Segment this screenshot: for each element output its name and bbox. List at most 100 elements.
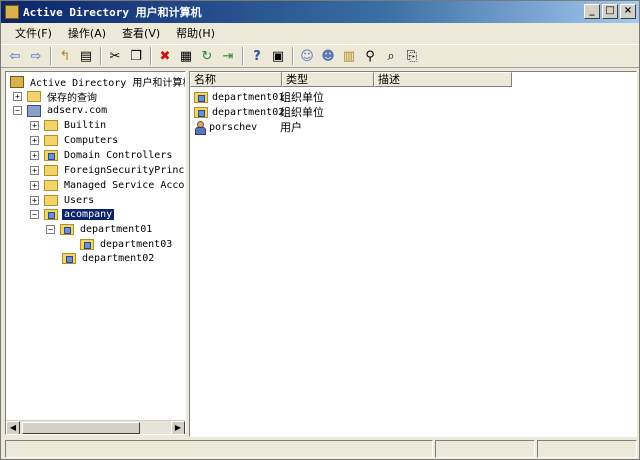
tree-root-label: Active Directory 用户和计算机 bbox=[30, 78, 186, 89]
menu-help[interactable]: 帮助(H) bbox=[168, 25, 223, 41]
expand-icon[interactable]: + bbox=[30, 181, 39, 190]
tree-label: Domain Controllers bbox=[64, 150, 173, 161]
tree-item-acompany[interactable]: − acompany bbox=[30, 207, 115, 222]
status-panel-3 bbox=[537, 440, 637, 458]
user-icon bbox=[194, 120, 206, 135]
up-icon[interactable]: ↰ bbox=[55, 47, 75, 65]
expand-icon[interactable]: + bbox=[13, 92, 22, 101]
window-title: Active Directory 用户和计算机 bbox=[23, 6, 202, 19]
new-user-icon[interactable]: ☺ bbox=[297, 47, 317, 65]
folder-icon bbox=[44, 180, 58, 191]
status-panel-2 bbox=[435, 440, 535, 458]
maximize-button[interactable]: □ bbox=[602, 4, 618, 19]
menu-view[interactable]: 查看(V) bbox=[114, 25, 168, 41]
tree-pane[interactable]: Active Directory 用户和计算机 + 保存的查询 − adserv… bbox=[5, 71, 186, 435]
ou-icon bbox=[194, 91, 208, 103]
find-icon[interactable]: ⌕ bbox=[381, 47, 401, 65]
tree-item-department02[interactable]: department02 bbox=[62, 251, 156, 266]
ou-icon bbox=[60, 224, 74, 235]
tree-item-saved-queries[interactable]: + 保存的查询 bbox=[13, 89, 99, 104]
tree-label-selected: acompany bbox=[62, 209, 115, 220]
delete-icon[interactable]: ✖ bbox=[155, 47, 175, 65]
filter-icon[interactable]: ⚲ bbox=[360, 47, 380, 65]
forward-icon[interactable]: ⇨ bbox=[26, 47, 46, 65]
expand-icon[interactable]: + bbox=[30, 136, 39, 145]
list-item[interactable]: department01 组织单位 bbox=[190, 89, 372, 105]
title-bar[interactable]: Active Directory 用户和计算机 _ □ × bbox=[1, 1, 639, 23]
folder-icon bbox=[44, 195, 58, 206]
expand-icon[interactable]: + bbox=[30, 151, 39, 160]
copy-icon[interactable]: ❐ bbox=[126, 47, 146, 65]
expand-icon[interactable]: + bbox=[30, 121, 39, 130]
tree-item-domain-controllers[interactable]: + Domain Controllers bbox=[30, 148, 174, 163]
refresh-icon[interactable]: ↻ bbox=[197, 47, 217, 65]
toolbar-separator bbox=[150, 47, 152, 65]
menu-file[interactable]: 文件(F) bbox=[7, 25, 60, 41]
help-icon[interactable]: ? bbox=[247, 47, 267, 65]
item-name: department02 bbox=[212, 106, 285, 118]
column-header-description[interactable]: 描述 bbox=[374, 72, 512, 87]
close-button[interactable]: × bbox=[620, 4, 636, 19]
show-tree-icon[interactable]: ▤ bbox=[76, 47, 96, 65]
item-name: porschev bbox=[209, 121, 258, 133]
folder-icon bbox=[44, 165, 58, 176]
properties-icon[interactable]: ▦ bbox=[176, 47, 196, 65]
scroll-left-button[interactable]: ◀ bbox=[6, 421, 20, 434]
toolbar: ⇦ ⇨ ↰ ▤ ✂ ❐ ✖ ▦ ↻ ⇥ ? ▣ ☺ ☻ ▥ ⚲ ⌕ ⎘ bbox=[1, 44, 639, 68]
export-icon[interactable]: ⇥ bbox=[218, 47, 238, 65]
console-tree: Active Directory 用户和计算机 + 保存的查询 − adserv… bbox=[6, 72, 185, 420]
ou-icon bbox=[44, 150, 58, 161]
new-group-icon[interactable]: ☻ bbox=[318, 47, 338, 65]
folder-icon bbox=[44, 135, 58, 146]
collapse-icon[interactable]: − bbox=[46, 225, 55, 234]
tree-label: department01 bbox=[80, 224, 153, 235]
domain-icon bbox=[27, 104, 41, 117]
ou-icon bbox=[62, 253, 76, 264]
tree-label: ForeignSecurityPrincip bbox=[64, 165, 186, 176]
collapse-icon[interactable]: − bbox=[30, 210, 39, 219]
tree-item-foreign-security-principals[interactable]: + ForeignSecurityPrincip bbox=[30, 163, 186, 178]
list-header: 名称 类型 描述 bbox=[190, 72, 512, 87]
column-header-name[interactable]: 名称 bbox=[190, 72, 282, 87]
list-item[interactable]: department02 组织单位 bbox=[190, 104, 372, 120]
collapse-icon[interactable]: − bbox=[13, 106, 22, 115]
new-ou-icon[interactable]: ▥ bbox=[339, 47, 359, 65]
toolbar-separator bbox=[292, 47, 294, 65]
tree-item-computers[interactable]: + Computers bbox=[30, 133, 120, 148]
tree-item-department03[interactable]: department03 bbox=[80, 237, 174, 252]
scroll-right-button[interactable]: ▶ bbox=[171, 421, 185, 434]
list-item[interactable]: porschev 用户 bbox=[190, 119, 372, 135]
horizontal-scrollbar[interactable]: ◀ ▶ bbox=[6, 420, 185, 434]
tree-label: Users bbox=[64, 195, 95, 206]
menu-action[interactable]: 操作(A) bbox=[60, 25, 114, 41]
scroll-thumb[interactable] bbox=[22, 422, 140, 434]
tree-item-domain[interactable]: − adserv.com bbox=[13, 103, 109, 118]
cut-icon[interactable]: ✂ bbox=[105, 47, 125, 65]
minimize-button[interactable]: _ bbox=[584, 4, 600, 19]
app-icon bbox=[5, 5, 19, 19]
main-window: Active Directory 用户和计算机 _ □ × 文件(F) 操作(A… bbox=[0, 0, 640, 460]
expand-icon[interactable]: + bbox=[30, 166, 39, 175]
ou-icon bbox=[194, 106, 208, 118]
tree-item-users[interactable]: + Users bbox=[30, 193, 96, 208]
item-name: department01 bbox=[212, 91, 285, 103]
tree-label: 保存的查询 bbox=[47, 93, 97, 104]
tree-item-department01[interactable]: − department01 bbox=[46, 222, 154, 237]
tree-item-builtin[interactable]: + Builtin bbox=[30, 118, 108, 133]
toolbar-separator bbox=[242, 47, 244, 65]
window-controls: _ □ × bbox=[584, 4, 636, 19]
aduc-icon bbox=[10, 75, 24, 88]
folder-icon bbox=[27, 91, 41, 102]
tree-label: Managed Service Accour bbox=[64, 180, 186, 191]
item-type: 用户 bbox=[280, 121, 302, 134]
add-to-group-icon[interactable]: ⎘ bbox=[402, 47, 422, 65]
console-icon[interactable]: ▣ bbox=[268, 47, 288, 65]
column-header-type[interactable]: 类型 bbox=[282, 72, 374, 87]
tree-root[interactable]: Active Directory 用户和计算机 bbox=[10, 74, 186, 89]
expand-icon[interactable]: + bbox=[30, 196, 39, 205]
tree-item-managed-service-accounts[interactable]: + Managed Service Accour bbox=[30, 178, 186, 193]
details-pane[interactable]: 名称 类型 描述 department01 组织单位 department02 … bbox=[189, 71, 637, 437]
tree-label: adserv.com bbox=[47, 105, 108, 116]
status-panel-main bbox=[5, 440, 433, 458]
back-icon[interactable]: ⇦ bbox=[5, 47, 25, 65]
